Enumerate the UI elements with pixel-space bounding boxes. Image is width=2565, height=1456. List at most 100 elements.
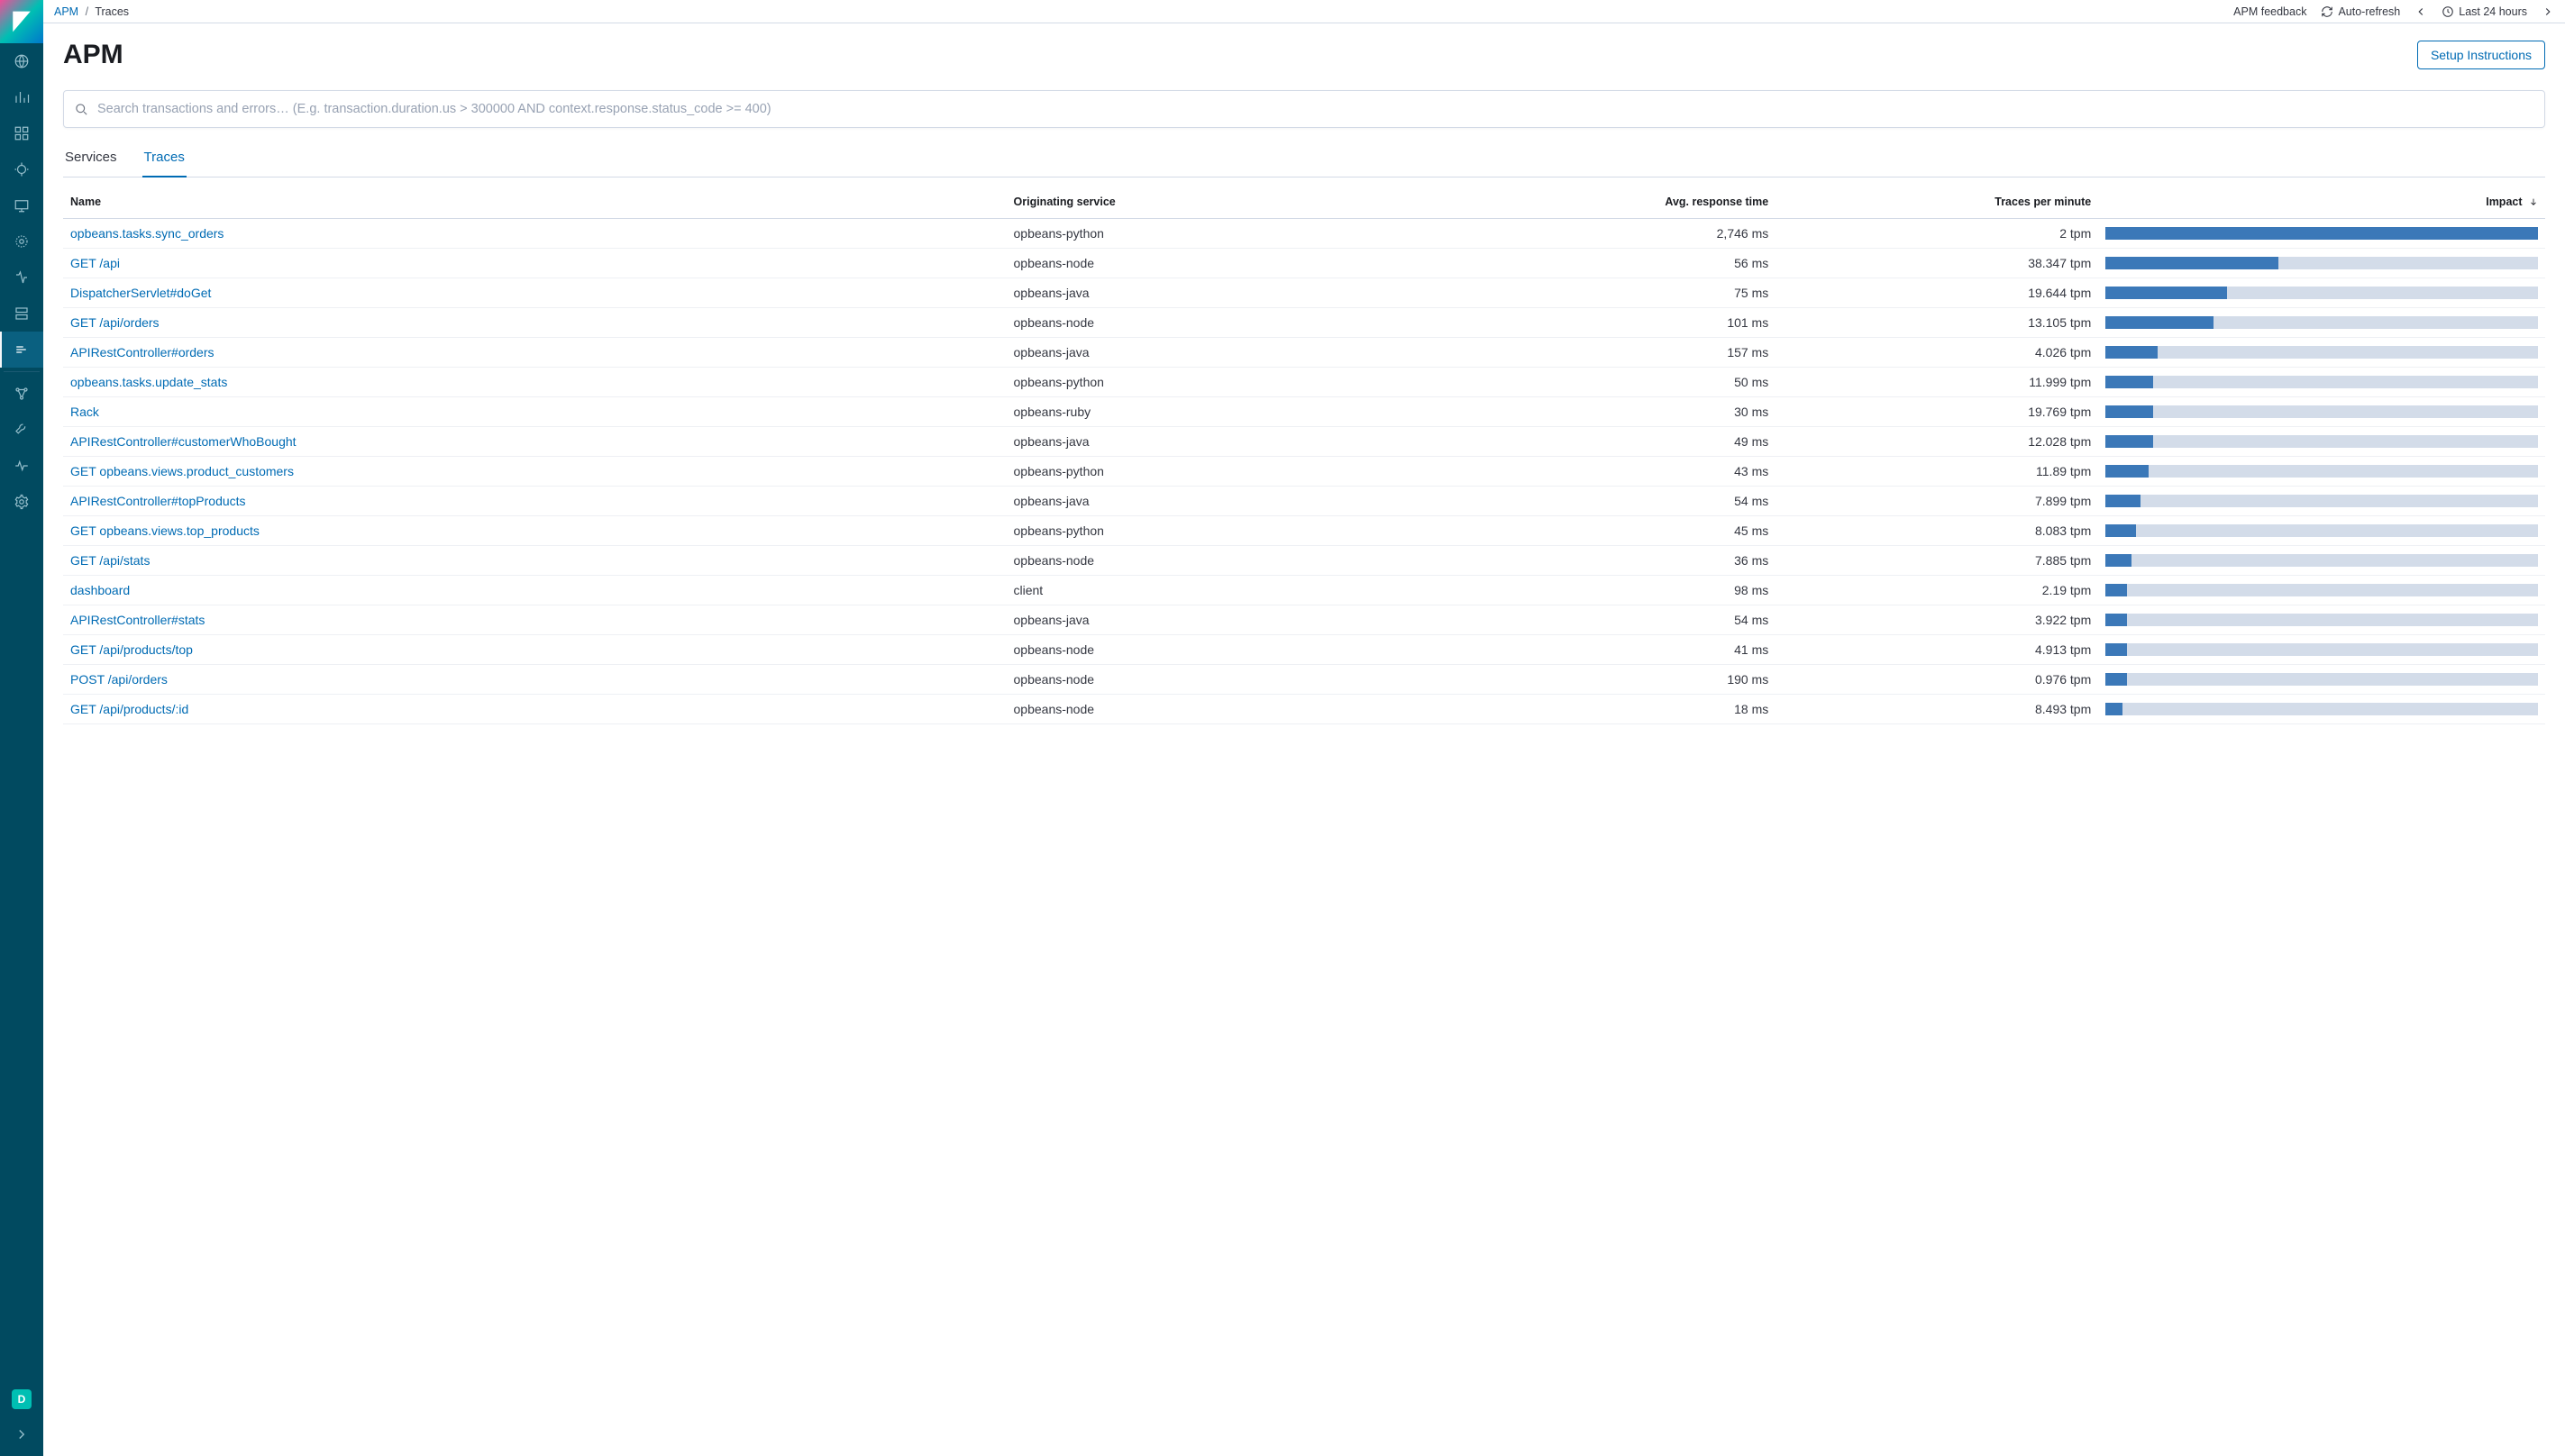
time-range-next[interactable] xyxy=(2542,5,2554,18)
trace-name-link[interactable]: opbeans.tasks.update_stats xyxy=(70,375,227,389)
header-tpm[interactable]: Traces per minute xyxy=(1775,183,2098,218)
header-name[interactable]: Name xyxy=(63,183,1007,218)
table-row: dashboard client 98 ms 2.19 tpm xyxy=(63,575,2545,605)
trace-name-link[interactable]: APIRestController#stats xyxy=(70,613,205,627)
trace-name-link[interactable]: GET /api/orders xyxy=(70,315,160,330)
nav-infra[interactable] xyxy=(0,296,43,332)
setup-instructions-button[interactable]: Setup Instructions xyxy=(2417,41,2545,69)
refresh-icon xyxy=(2321,5,2333,18)
table-row: Rack opbeans-ruby 30 ms 19.769 tpm xyxy=(63,396,2545,426)
nav-graph[interactable] xyxy=(0,376,43,412)
table-row: GET opbeans.views.product_customers opbe… xyxy=(63,456,2545,486)
breadcrumb-root[interactable]: APM xyxy=(54,5,78,18)
trace-name-link[interactable]: opbeans.tasks.sync_orders xyxy=(70,226,224,241)
trace-name-link[interactable]: GET /api xyxy=(70,256,120,270)
impact-bar xyxy=(2105,465,2538,478)
trace-service: opbeans-node xyxy=(1007,664,1429,694)
header-service[interactable]: Originating service xyxy=(1007,183,1429,218)
tab-services[interactable]: Services xyxy=(63,141,119,177)
table-row: APIRestController#stats opbeans-java 54 … xyxy=(63,605,2545,634)
trace-impact xyxy=(2098,634,2545,664)
impact-bar xyxy=(2105,554,2538,567)
table-row: APIRestController#topProducts opbeans-ja… xyxy=(63,486,2545,515)
trace-response: 30 ms xyxy=(1429,396,1776,426)
trace-service: opbeans-java xyxy=(1007,337,1429,367)
search-bar[interactable] xyxy=(63,90,2545,128)
nav-dashboard[interactable] xyxy=(0,115,43,151)
trace-impact xyxy=(2098,545,2545,575)
table-row: POST /api/orders opbeans-node 190 ms 0.9… xyxy=(63,664,2545,694)
breadcrumb: APM / Traces xyxy=(54,5,129,18)
trace-tpm: 11.89 tpm xyxy=(1775,456,2098,486)
table-header-row: Name Originating service Avg. response t… xyxy=(63,183,2545,218)
trace-service: opbeans-java xyxy=(1007,278,1429,307)
nav-maps[interactable] xyxy=(0,223,43,259)
kibana-logo[interactable] xyxy=(0,0,43,43)
trace-impact xyxy=(2098,486,2545,515)
nav-ml[interactable] xyxy=(0,259,43,296)
trace-tpm: 8.493 tpm xyxy=(1775,694,2098,723)
trace-name-link[interactable]: Rack xyxy=(70,405,99,419)
header-response[interactable]: Avg. response time xyxy=(1429,183,1776,218)
nav-timelion[interactable] xyxy=(0,151,43,187)
trace-response: 98 ms xyxy=(1429,575,1776,605)
trace-tpm: 7.885 tpm xyxy=(1775,545,2098,575)
trace-name-link[interactable]: GET opbeans.views.top_products xyxy=(70,523,260,538)
search-input[interactable] xyxy=(97,102,2533,116)
sidebar: D xyxy=(0,0,43,1456)
trace-tpm: 7.899 tpm xyxy=(1775,486,2098,515)
time-range-picker[interactable]: Last 24 hours xyxy=(2442,5,2527,18)
tab-traces[interactable]: Traces xyxy=(142,141,187,177)
nav-apm[interactable] xyxy=(0,332,43,368)
impact-bar xyxy=(2105,524,2538,537)
trace-service: client xyxy=(1007,575,1429,605)
trace-response: 75 ms xyxy=(1429,278,1776,307)
trace-name-link[interactable]: APIRestController#orders xyxy=(70,345,215,359)
time-range-prev[interactable] xyxy=(2414,5,2427,18)
table-row: APIRestController#customerWhoBought opbe… xyxy=(63,426,2545,456)
trace-impact xyxy=(2098,396,2545,426)
trace-name-link[interactable]: GET /api/stats xyxy=(70,553,150,568)
trace-name-link[interactable]: GET opbeans.views.product_customers xyxy=(70,464,294,478)
trace-name-link[interactable]: APIRestController#customerWhoBought xyxy=(70,434,297,449)
table-row: GET /api opbeans-node 56 ms 38.347 tpm xyxy=(63,248,2545,278)
nav-canvas[interactable] xyxy=(0,187,43,223)
trace-tpm: 13.105 tpm xyxy=(1775,307,2098,337)
impact-bar xyxy=(2105,614,2538,626)
impact-bar xyxy=(2105,257,2538,269)
nav-management[interactable] xyxy=(0,484,43,520)
trace-response: 45 ms xyxy=(1429,515,1776,545)
auto-refresh-toggle[interactable]: Auto-refresh xyxy=(2321,5,2400,18)
trace-service: opbeans-python xyxy=(1007,456,1429,486)
apm-feedback-link[interactable]: APM feedback xyxy=(2233,5,2306,18)
nav-discover[interactable] xyxy=(0,43,43,79)
topbar-right: APM feedback Auto-refresh Last 24 hours xyxy=(2233,5,2554,18)
trace-response: 18 ms xyxy=(1429,694,1776,723)
content: APM Setup Instructions Services Traces N… xyxy=(43,23,2565,741)
trace-tpm: 2 tpm xyxy=(1775,218,2098,248)
trace-response: 101 ms xyxy=(1429,307,1776,337)
trace-tpm: 19.769 tpm xyxy=(1775,396,2098,426)
trace-service: opbeans-node xyxy=(1007,545,1429,575)
traces-table: Name Originating service Avg. response t… xyxy=(63,183,2545,724)
trace-name-link[interactable]: GET /api/products/top xyxy=(70,642,193,657)
header-impact[interactable]: Impact xyxy=(2098,183,2545,218)
impact-bar xyxy=(2105,405,2538,418)
space-badge[interactable]: D xyxy=(12,1389,32,1409)
chevron-left-icon xyxy=(2414,5,2427,18)
impact-bar xyxy=(2105,703,2538,715)
trace-name-link[interactable]: APIRestController#topProducts xyxy=(70,494,246,508)
trace-impact xyxy=(2098,337,2545,367)
trace-response: 157 ms xyxy=(1429,337,1776,367)
nav-monitoring[interactable] xyxy=(0,448,43,484)
trace-name-link[interactable]: POST /api/orders xyxy=(70,672,168,687)
trace-response: 54 ms xyxy=(1429,605,1776,634)
nav-devtools[interactable] xyxy=(0,412,43,448)
trace-name-link[interactable]: DispatcherServlet#doGet xyxy=(70,286,211,300)
trace-impact xyxy=(2098,278,2545,307)
nav-visualize[interactable] xyxy=(0,79,43,115)
nav-divider xyxy=(4,371,40,372)
trace-name-link[interactable]: dashboard xyxy=(70,583,130,597)
collapse-sidebar[interactable] xyxy=(0,1416,43,1452)
trace-name-link[interactable]: GET /api/products/:id xyxy=(70,702,188,716)
